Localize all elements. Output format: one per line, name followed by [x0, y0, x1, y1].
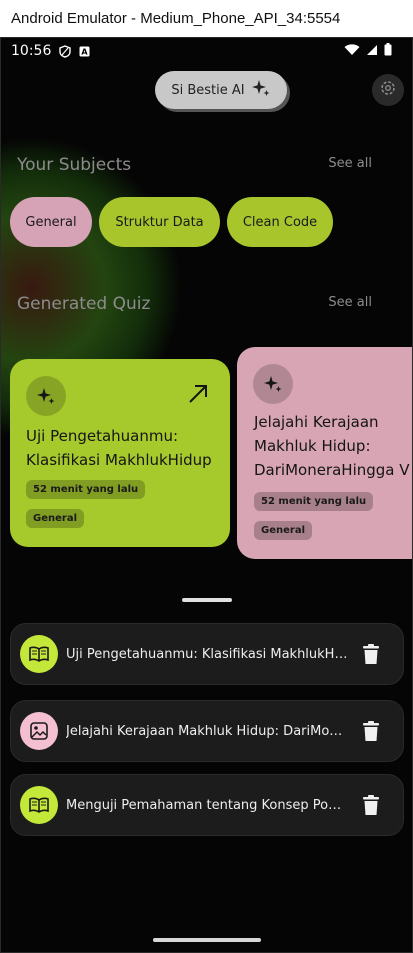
quiz-time-badge: 52 menit yang lalu [254, 492, 374, 511]
sparkle-icon [253, 364, 293, 404]
quiz-card[interactable]: Uji Pengetahuanmu: Klasifikasi MakhlukHi… [10, 359, 230, 547]
quiz-subject-badge: General [26, 509, 84, 528]
book-icon [20, 635, 58, 673]
status-time: 10:56 [11, 43, 52, 59]
subject-chip-clean-code[interactable]: Clean Code [227, 197, 333, 247]
quiz-subject-badge: General [254, 521, 312, 540]
history-list-item[interactable]: Jelajahi Kerajaan Makhluk Hidup: DariMon… [10, 700, 404, 762]
history-list-item[interactable]: Menguji Pemahaman tentang Konsep Pohon [10, 774, 404, 836]
battery-icon [384, 43, 392, 60]
generated-quiz-title: Generated Quiz [17, 294, 151, 314]
book-icon [20, 786, 58, 824]
quiz-see-all-link[interactable]: See all [328, 295, 372, 310]
quiz-card-title-line: Klasifikasi MakhlukHidup [26, 451, 212, 469]
chip-label: General [25, 214, 77, 230]
quiz-card-title-line: DariMoneraHingga V [254, 461, 410, 479]
quiz-card-title-line: Makhluk Hidup: [254, 437, 371, 455]
trash-icon[interactable] [361, 643, 381, 665]
sparkle-icon [251, 78, 271, 102]
trash-icon[interactable] [361, 794, 381, 816]
subject-chip-general[interactable]: General [10, 197, 92, 247]
quiz-card-title: Uji Pengetahuanmu: Klasifikasi MakhlukHi… [26, 424, 212, 472]
quiz-card-title-line: Jelajahi Kerajaan [254, 413, 379, 431]
window-title: Android Emulator - Medium_Phone_API_34:5… [11, 10, 341, 27]
gear-icon [379, 79, 397, 101]
si-bestie-ai-button[interactable]: Si Bestie AI [155, 71, 287, 109]
wifi-icon [344, 43, 360, 60]
status-bar: 10:56 A [1, 38, 412, 64]
phone-screen: 10:56 A Si Bestie AI Your Subjects See a… [0, 37, 413, 953]
arrow-up-right-icon[interactable] [188, 384, 208, 408]
image-icon [20, 712, 58, 750]
gesture-nav-handle[interactable] [153, 938, 261, 942]
sparkle-icon [26, 376, 66, 416]
signal-icon [366, 44, 378, 60]
shield-icon [59, 44, 72, 58]
history-item-title: Menguji Pemahaman tentang Konsep Pohon [66, 797, 348, 813]
quiz-time-badge: 52 menit yang lalu [26, 480, 146, 499]
subject-chip-struktur-data[interactable]: Struktur Data [99, 197, 220, 247]
quiz-card-title-line: Uji Pengetahuanmu: [26, 427, 179, 445]
bestie-label: Si Bestie AI [171, 82, 245, 98]
quiz-card[interactable]: Jelajahi Kerajaan Makhluk Hidup: DariMon… [237, 347, 412, 559]
history-list-item[interactable]: Uji Pengetahuanmu: Klasifikasi MakhlukHi… [10, 623, 404, 685]
history-item-title: Jelajahi Kerajaan Makhluk Hidup: DariMon… [66, 723, 348, 739]
chip-label: Struktur Data [115, 214, 204, 230]
your-subjects-title: Your Subjects [17, 155, 132, 175]
settings-button[interactable] [372, 74, 404, 106]
bottom-sheet-drag-handle[interactable] [182, 598, 232, 602]
trash-icon[interactable] [361, 720, 381, 742]
window-titlebar: Android Emulator - Medium_Phone_API_34:5… [0, 0, 413, 37]
chip-label: Clean Code [242, 214, 318, 230]
svg-text:A: A [82, 47, 89, 56]
quiz-card-title: Jelajahi Kerajaan Makhluk Hidup: DariMon… [254, 410, 410, 482]
subjects-see-all-link[interactable]: See all [328, 156, 372, 171]
history-item-title: Uji Pengetahuanmu: Klasifikasi MakhlukHi… [66, 646, 348, 662]
a-box-icon: A [79, 46, 90, 57]
